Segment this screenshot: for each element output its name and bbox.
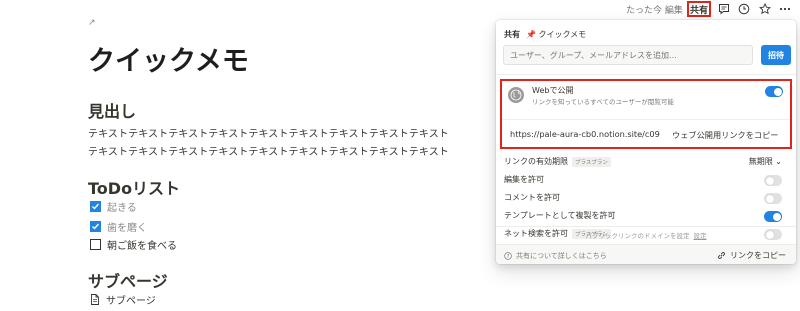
publish-web-subtitle: リンクを知っているすべてのユーザーが閲覧可能 xyxy=(532,98,674,106)
option-label: テンプレートとして複製を許可 xyxy=(504,211,616,220)
todo-item-brush-teeth: 歯を磨く xyxy=(90,219,147,234)
text-paragraph-1[interactable]: テキストテキストテキストテキストテキストテキストテキストテキストテキスト xyxy=(88,125,449,140)
subpage-label[interactable]: サブページ xyxy=(106,292,156,307)
popup-title: 共有 xyxy=(504,30,520,39)
domain-settings-link[interactable]: 設定 xyxy=(694,232,707,240)
page-document-icon xyxy=(91,294,99,305)
publish-web-title: Webで公開 xyxy=(532,86,574,95)
todo-item-breakfast: 朝ご飯を食べる xyxy=(90,237,177,252)
todo-item-wake-up: 起きる xyxy=(90,199,137,214)
unchecked-checkbox[interactable] xyxy=(90,239,101,250)
link-expiry-dropdown[interactable]: 無期限 ⌄ xyxy=(749,156,782,167)
option-allow-duplicate-template: テンプレートとして複製を許可 xyxy=(504,208,788,224)
heading-midashi[interactable]: 見出し xyxy=(88,98,136,122)
top-bar: たった今 編集 共有 xyxy=(0,0,800,18)
publish-web-toggle[interactable] xyxy=(765,86,783,97)
publish-to-web-section: Webで公開 リンクを知っているすべてのユーザーが閲覧可能 https://pa… xyxy=(500,79,792,149)
todo-label[interactable]: 朝ご飯を食べる xyxy=(107,237,177,252)
todo-label[interactable]: 起きる xyxy=(107,199,137,214)
page-title[interactable]: クイックメモ xyxy=(88,40,488,84)
todo-label[interactable]: 歯を磨く xyxy=(107,219,147,234)
learn-more-link[interactable]: ? 共有について詳しくはこちら xyxy=(504,251,607,261)
public-url-field[interactable]: https://pale-aura-cb0.notion.site/c0938 xyxy=(510,129,660,139)
help-icon: ? xyxy=(504,252,512,260)
popup-footer: ? 共有について詳しくはこちら リンクをコピー xyxy=(496,244,796,264)
copy-link-label: リンクをコピー xyxy=(730,251,786,260)
option-allow-edit: 編集を許可 xyxy=(504,172,788,188)
heading-todo-list[interactable]: ToDoリスト xyxy=(88,175,180,199)
more-options-icon[interactable] xyxy=(778,2,792,16)
public-url-row: https://pale-aura-cb0.notion.site/c0938 … xyxy=(502,119,790,149)
allow-comment-toggle[interactable] xyxy=(764,193,782,204)
allow-edit-toggle[interactable] xyxy=(764,175,782,186)
page-content: クイックメモ 見出し テキストテキストテキストテキストテキストテキストテキストテ… xyxy=(88,40,488,307)
domain-note-text: パブリックリンクのドメインを設定 xyxy=(585,232,690,240)
divider xyxy=(496,74,796,75)
copy-web-link-button[interactable]: ウェブ公開用リンクをコピー xyxy=(672,129,778,141)
learn-more-label: 共有について詳しくはこちら xyxy=(516,252,607,260)
option-allow-comment: コメントを許可 xyxy=(504,190,788,206)
heading-subpage[interactable]: サブページ xyxy=(88,268,168,292)
domain-setting-note: パブリックリンクのドメインを設定 設定 xyxy=(496,226,796,240)
favorite-star-icon[interactable] xyxy=(758,2,772,16)
checked-checkbox[interactable] xyxy=(90,201,101,212)
copy-link-button[interactable]: リンクをコピー xyxy=(717,250,786,261)
last-edited-text: たった今 編集 xyxy=(626,6,683,16)
option-label: コメントを許可 xyxy=(504,193,560,202)
option-link-expiry[interactable]: リンクの有効期限 プラスプラン 無期限 ⌄ xyxy=(504,154,788,170)
svg-text:?: ? xyxy=(507,254,510,260)
popup-header: 共有 📌 クイックメモ xyxy=(504,29,586,40)
allow-duplicate-toggle[interactable] xyxy=(764,211,782,222)
invite-input[interactable] xyxy=(503,45,753,65)
invite-button[interactable]: 招待 xyxy=(761,45,791,65)
checked-checkbox[interactable] xyxy=(90,221,101,232)
option-label: リンクの有効期限 xyxy=(504,157,568,166)
subpage-link[interactable]: サブページ xyxy=(90,292,156,307)
history-clock-icon[interactable] xyxy=(737,2,751,16)
share-button[interactable]: 共有 xyxy=(687,1,711,17)
option-label: 編集を許可 xyxy=(504,175,544,184)
invite-row: 招待 xyxy=(503,45,791,65)
globe-icon xyxy=(508,87,524,103)
popup-page-name: 📌 クイックメモ xyxy=(526,30,587,39)
comment-icon[interactable] xyxy=(717,2,731,16)
plus-plan-badge: プラスプラン xyxy=(572,156,611,167)
text-paragraph-2[interactable]: テキストテキストテキストテキストテキストテキストテキストテキストテキスト xyxy=(88,143,449,158)
link-icon xyxy=(718,252,725,259)
publish-web-row[interactable]: Webで公開 リンクを知っているすべてのユーザーが閲覧可能 xyxy=(502,81,790,117)
page-pin-icon: ↗ xyxy=(88,18,96,28)
